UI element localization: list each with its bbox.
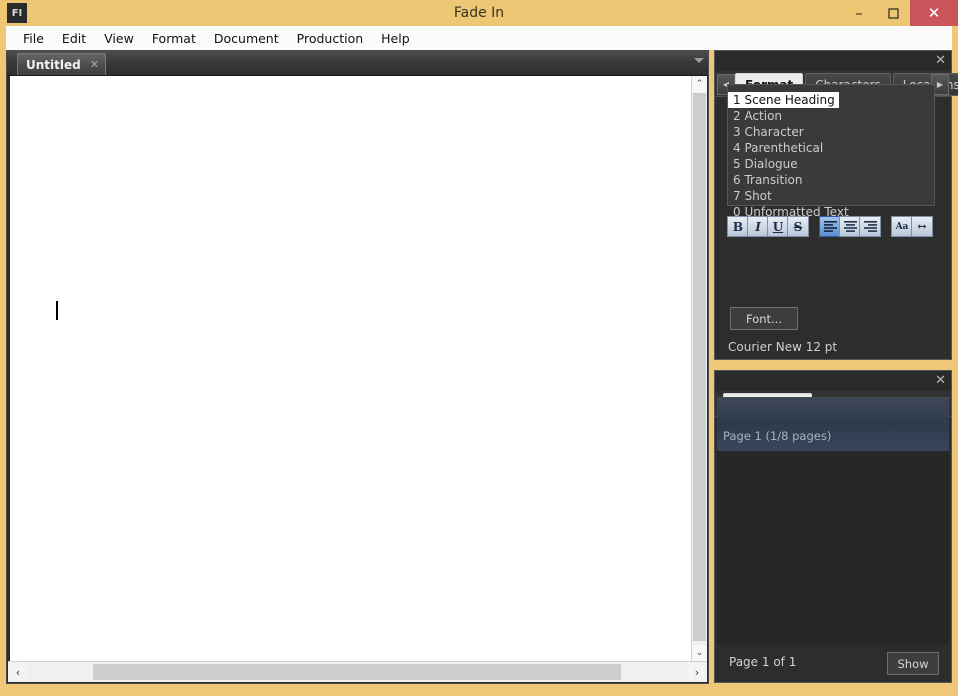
element-shot[interactable]: 7 Shot [728,188,934,204]
element-character[interactable]: 3 Character [728,124,934,140]
spacing-button[interactable]: ↔ [911,216,933,237]
italic-button[interactable]: I [747,216,769,237]
document-tab-strip: Untitled ✕ [7,51,708,76]
scroll-up-arrow[interactable]: ⌃ [692,76,707,92]
align-center-icon [843,221,857,232]
align-right-icon [863,221,877,232]
element-parenthetical[interactable]: 4 Parenthetical [728,140,934,156]
change-case-button[interactable]: Aa [891,216,913,237]
minimize-button[interactable]: – [842,0,876,26]
change-case-icon: Aa [895,221,909,232]
script-page[interactable] [10,76,693,661]
close-icon[interactable]: ✕ [935,53,946,68]
close-icon[interactable]: ✕ [935,373,946,388]
navigator-panel: ✕ Navigator Page 1 (1/8 pages) Page 1 of… [714,370,952,683]
font-button[interactable]: Font... [730,307,798,330]
horizontal-scroll-thumb[interactable] [93,664,621,680]
list-item[interactable]: Page 1 (1/8 pages) [717,398,949,452]
page-status-label: Page 1 of 1 [729,655,797,669]
menu-production[interactable]: Production [288,28,373,49]
menu-help[interactable]: Help [372,28,419,49]
menu-file[interactable]: File [14,28,53,49]
menu-document[interactable]: Document [205,28,288,49]
font-value-label: Courier New 12 pt [728,340,838,354]
navigator-list[interactable]: Page 1 (1/8 pages) [717,397,949,645]
scroll-left-arrow[interactable]: ‹ [8,662,28,682]
document-tab-untitled[interactable]: Untitled ✕ [17,53,106,75]
bold-button[interactable]: B [727,216,749,237]
show-button[interactable]: Show [887,652,939,675]
fade-in-window: FI Fade In – ✕ File Edit View Format Doc… [0,0,958,696]
navigator-footer: Page 1 of 1 Show [715,644,951,682]
window-controls: – ✕ [842,0,958,26]
element-action[interactable]: 2 Action [728,108,934,124]
element-transition[interactable]: 6 Transition [728,172,934,188]
chevron-down-icon[interactable] [694,58,704,63]
element-scene-heading[interactable]: 1 Scene Heading [728,92,839,108]
align-center-button[interactable] [839,216,861,237]
italic-icon: I [755,219,761,234]
underline-icon: U [772,219,784,234]
underline-button[interactable]: U [767,216,789,237]
left-right-arrow-icon: ↔ [917,220,927,233]
strikethrough-icon: S [793,219,803,234]
bold-icon: B [732,219,744,234]
maximize-icon [887,7,899,19]
align-left-icon [823,221,837,232]
window-title: Fade In [453,5,505,21]
scroll-down-arrow[interactable]: ⌄ [692,645,707,661]
strikethrough-button[interactable]: S [787,216,809,237]
element-dialogue[interactable]: 5 Dialogue [728,156,934,172]
list-item: 1 Scene Heading [728,89,934,108]
title-bar: FI Fade In – ✕ [0,0,958,26]
format-panel-header: ✕ [715,51,951,71]
text-caret [56,301,58,320]
element-type-list[interactable]: 1 Scene Heading 2 Action 3 Character 4 P… [727,84,935,219]
align-right-button[interactable] [859,216,881,237]
vertical-scrollbar[interactable]: ⌃ ⌄ [691,76,707,661]
maximize-button[interactable] [876,0,910,26]
menu-bar: File Edit View Format Document Productio… [6,26,952,50]
formatting-toolbar: B I U S Aa ↔ [727,216,937,237]
scroll-right-arrow[interactable]: › [687,662,707,682]
menu-format[interactable]: Format [143,28,205,49]
document-tab-label: Untitled [26,57,81,72]
menu-view[interactable]: View [95,28,143,49]
menu-edit[interactable]: Edit [53,28,95,49]
align-left-button[interactable] [819,216,841,237]
document-area: Untitled ✕ ⌃ ⌄ ‹ › [6,50,709,684]
close-button[interactable]: ✕ [910,0,958,26]
navigator-panel-header: ✕ [715,371,951,391]
horizontal-scrollbar[interactable]: ‹ › [8,661,707,682]
close-icon[interactable]: ✕ [90,58,99,71]
vertical-scroll-thumb[interactable] [693,93,706,641]
